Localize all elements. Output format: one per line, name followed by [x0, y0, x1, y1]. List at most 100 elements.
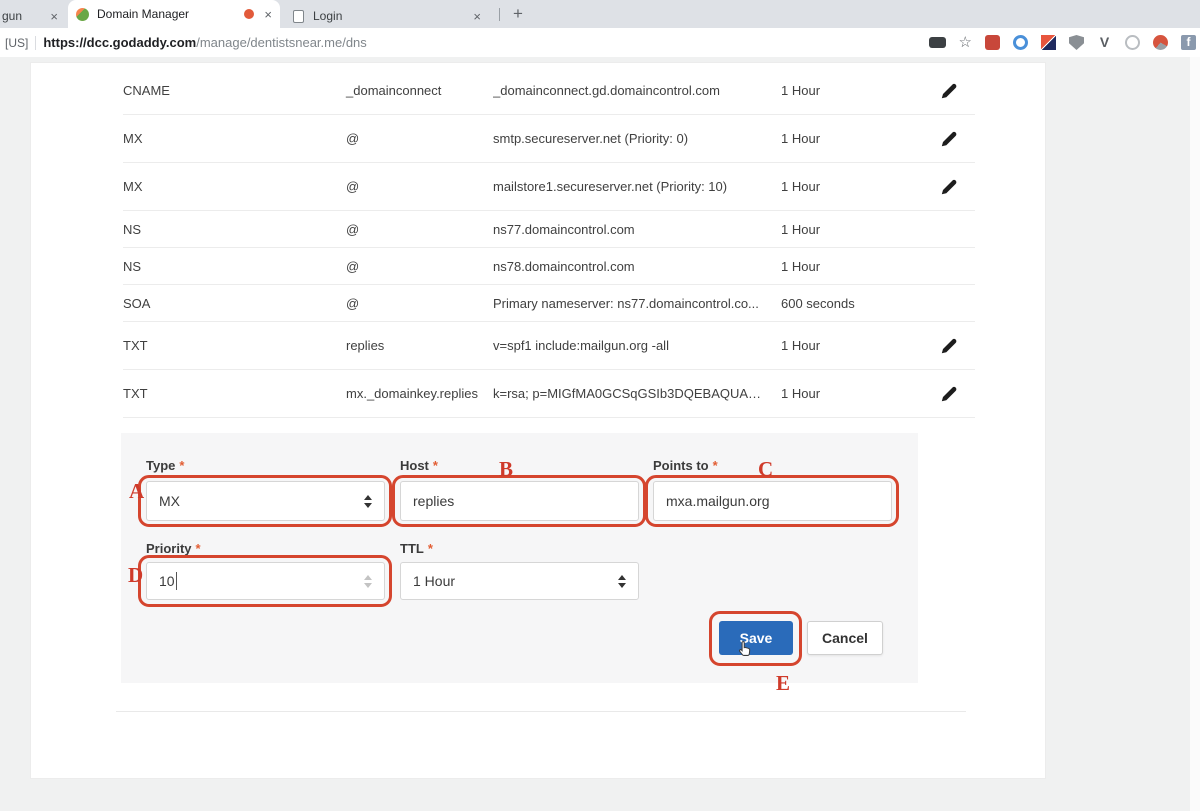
table-row: MX @ smtp.secureserver.net (Priority: 0)…: [123, 115, 975, 163]
table-row: NS @ ns77.domaincontrol.com 1 Hour: [123, 211, 975, 248]
dns-management-card: CNAME _domainconnect _domainconnect.gd.d…: [30, 62, 1046, 779]
godaddy-favicon: [76, 7, 89, 21]
record-value: Primary nameserver: ns77.domaincontrol.c…: [493, 295, 759, 311]
url-path: /manage/dentistsnear.me/dns: [196, 35, 367, 50]
edit-pencil-icon[interactable]: [939, 81, 959, 101]
text-caret: [175, 572, 177, 590]
priority-input-value: 10: [159, 573, 175, 589]
close-icon[interactable]: ×: [50, 10, 58, 23]
ttl-select-value: 1 Hour: [413, 573, 456, 589]
tab-divider: [499, 8, 500, 21]
record-ttl: 1 Hour: [781, 258, 821, 274]
recording-dot-icon: [244, 9, 255, 19]
type-label: Type *: [146, 458, 185, 473]
record-type: TXT: [123, 386, 148, 401]
extension-gray-ring-icon[interactable]: [1125, 35, 1140, 50]
close-icon[interactable]: ×: [264, 8, 272, 21]
record-ttl: 1 Hour: [781, 386, 821, 401]
select-arrows-icon: [364, 494, 372, 508]
record-ttl: 1 Hour: [781, 338, 821, 353]
record-type: CNAME: [123, 83, 170, 98]
record-value: k=rsa; p=MIGfMA0GCSqGSIb3DQEBAQUAA...: [493, 386, 768, 401]
type-select-value: MX: [159, 493, 180, 509]
annotation-letter-e: E: [776, 671, 791, 695]
record-name: _domainconnect: [346, 83, 442, 98]
priority-label: Priority *: [146, 541, 201, 556]
record-type: TXT: [123, 338, 148, 353]
extension-v-icon[interactable]: V: [1097, 35, 1112, 50]
record-edit-form: Type * MX Host * replies Points to * mxa.ma…: [121, 433, 918, 695]
required-asterisk: *: [432, 458, 438, 473]
new-tab-button[interactable]: +: [506, 2, 530, 26]
document-favicon: [293, 9, 304, 23]
edit-pencil-icon[interactable]: [939, 177, 959, 197]
extension-tag-icon[interactable]: [985, 35, 1000, 50]
extension-swirl-icon[interactable]: [1153, 35, 1168, 50]
record-name: @: [346, 258, 360, 274]
record-value: ns78.domaincontrol.com: [493, 258, 635, 274]
required-asterisk: *: [427, 541, 433, 556]
record-ttl: 1 Hour: [781, 131, 821, 146]
page-scrollbar[interactable]: [1190, 57, 1200, 811]
ttl-label: TTL *: [400, 541, 433, 556]
annotation-letter-c: C: [758, 457, 774, 481]
annotation-letter-b: B: [499, 457, 514, 481]
host-input[interactable]: replies: [400, 481, 639, 521]
priority-input[interactable]: 10: [146, 562, 385, 600]
extension-diagonal-icon[interactable]: [1041, 35, 1056, 50]
record-name: mx._domainkey.replies: [346, 386, 478, 401]
tab-partial-mailgun[interactable]: gun ×: [0, 4, 66, 28]
tab-domain-manager[interactable]: Domain Manager ×: [68, 0, 280, 28]
edit-pencil-icon[interactable]: [939, 336, 959, 356]
page-background: CNAME _domainconnect _domainconnect.gd.d…: [0, 57, 1200, 811]
table-row: TXT mx._domainkey.replies k=rsa; p=MIGfM…: [123, 370, 975, 418]
extension-facebook-icon[interactable]: f: [1181, 35, 1196, 50]
record-value: ns77.domaincontrol.com: [493, 221, 635, 237]
tab-login[interactable]: Login ×: [285, 4, 497, 28]
region-indicator: [US]: [5, 35, 29, 50]
table-row: TXT replies v=spf1 include:mailgun.org -…: [123, 322, 975, 370]
address-url[interactable]: https://dcc.godaddy.com/manage/dentistsn…: [43, 35, 366, 50]
address-toolbar: [US] https://dcc.godaddy.com/manage/dent…: [0, 28, 1200, 57]
tab-label: Domain Manager: [97, 7, 190, 21]
tab-label: gun: [2, 9, 23, 23]
required-asterisk: *: [712, 458, 718, 473]
table-row: NS @ ns78.domaincontrol.com 1 Hour: [123, 248, 975, 285]
points-to-label: Points to *: [653, 458, 718, 473]
edit-pencil-icon[interactable]: [939, 129, 959, 149]
record-name: @: [346, 131, 360, 146]
record-value: mailstore1.secureserver.net (Priority: 1…: [493, 179, 728, 194]
cancel-button[interactable]: Cancel: [807, 621, 883, 655]
save-button[interactable]: Save: [719, 621, 793, 655]
dns-records-table: CNAME _domainconnect _domainconnect.gd.d…: [31, 67, 1045, 418]
type-select[interactable]: MX: [146, 481, 385, 521]
number-spinner-icon[interactable]: [364, 574, 372, 588]
close-icon[interactable]: ×: [473, 10, 481, 23]
toolbar-icons: ☆ V f: [928, 35, 1200, 50]
host-label: Host *: [400, 458, 438, 473]
extension-shield-icon[interactable]: [1069, 35, 1084, 50]
table-row: CNAME _domainconnect _domainconnect.gd.d…: [123, 67, 975, 115]
tab-label: Login: [313, 9, 343, 23]
record-name: @: [346, 179, 360, 194]
tab-strip: gun × Domain Manager × Login × +: [0, 0, 1200, 28]
select-arrows-icon: [618, 574, 626, 588]
record-value: v=spf1 include:mailgun.org -all: [493, 338, 669, 353]
edit-pencil-icon[interactable]: [939, 384, 959, 404]
record-name: @: [346, 221, 360, 237]
extension-blue-ring-icon[interactable]: [1013, 35, 1028, 50]
record-type: NS: [123, 221, 142, 237]
record-name: @: [346, 295, 360, 311]
bookmark-star-icon[interactable]: ☆: [959, 35, 972, 50]
record-type: MX: [123, 131, 143, 146]
record-value: _domainconnect.gd.domaincontrol.com: [493, 83, 720, 98]
record-name: replies: [346, 338, 385, 353]
annotation-letter-d: D: [128, 563, 144, 587]
record-type: SOA: [123, 295, 151, 311]
host-input-value: replies: [413, 493, 455, 509]
points-to-input[interactable]: mxa.mailgun.org: [653, 481, 892, 521]
url-domain: https://dcc.godaddy.com: [43, 35, 197, 50]
screen-recorder-icon[interactable]: [928, 37, 946, 48]
ttl-select[interactable]: 1 Hour: [400, 562, 639, 600]
required-asterisk: *: [179, 458, 185, 473]
